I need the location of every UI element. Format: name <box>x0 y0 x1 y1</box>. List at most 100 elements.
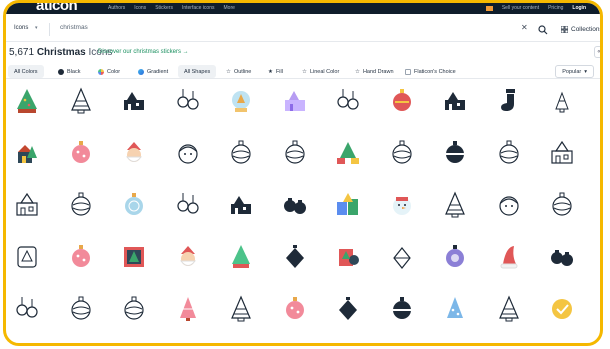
stocking-black-icon[interactable] <box>494 86 524 116</box>
color-dot-icon <box>98 68 104 75</box>
ornaments-black-icon[interactable] <box>280 190 310 220</box>
filter-hand-drawn[interactable]: ☆ Hand Drawn <box>349 65 400 78</box>
discover-stickers-link[interactable]: Discover our christmas stickers → <box>98 49 189 55</box>
checkbox[interactable] <box>405 68 411 75</box>
collections-button[interactable]: Collections <box>561 22 600 36</box>
nav-more[interactable]: More <box>224 5 235 11</box>
ball-outline-icon[interactable] <box>119 294 149 324</box>
ball-outline-icon[interactable] <box>226 138 256 168</box>
ornament-black-icon[interactable] <box>280 242 310 272</box>
search-scope-select[interactable]: Icons <box>14 25 28 31</box>
tree-outline-icon[interactable] <box>494 294 524 324</box>
sell-content-link[interactable]: Sell your content <box>502 5 539 11</box>
santa-color-icon[interactable] <box>173 242 203 272</box>
main-menu: Authors Icons Stickers Interface icons M… <box>108 5 235 11</box>
ball-pink-icon[interactable] <box>280 294 310 324</box>
santa-color-icon[interactable] <box>119 138 149 168</box>
collapse-icon[interactable]: « <box>594 46 600 58</box>
page-title: 5,671 Christmas Icons <box>9 47 112 58</box>
card-color-icon[interactable] <box>119 242 149 272</box>
sort-select[interactable]: Popular ▾ <box>555 65 594 78</box>
flaticon-choice-filter[interactable]: Flaticon's Choice <box>399 65 462 78</box>
tree-outline-small-icon[interactable] <box>547 86 577 116</box>
santa-outline-icon[interactable] <box>173 138 203 168</box>
pricing-link[interactable]: Pricing <box>548 5 563 11</box>
santa-outline-icon[interactable] <box>494 190 524 220</box>
snowman-color-icon[interactable] <box>387 190 417 220</box>
filter-outline[interactable]: ☆ Outline <box>220 65 257 78</box>
filter-label: Fill <box>275 68 283 75</box>
ornament-black-icon[interactable] <box>333 294 363 324</box>
tree-green-icon[interactable] <box>226 242 256 272</box>
ball-outline-icon[interactable] <box>66 190 96 220</box>
nav-interface-icons[interactable]: Interface icons <box>182 5 215 11</box>
village-outline-icon[interactable] <box>12 190 42 220</box>
village-black-icon[interactable] <box>226 190 256 220</box>
village-black-icon[interactable] <box>440 86 470 116</box>
ornaments-black-icon[interactable] <box>547 242 577 272</box>
filter-label: Lineal Color <box>309 68 340 75</box>
search-icon[interactable] <box>538 22 548 35</box>
ball-blue-icon[interactable] <box>119 190 149 220</box>
star-lineal-icon: ☆ <box>302 68 307 75</box>
clear-icon[interactable]: ✕ <box>521 23 528 32</box>
ornaments-outline-icon[interactable] <box>173 86 203 116</box>
star-outline-icon: ☆ <box>226 68 231 75</box>
filter-label: All Colors <box>14 68 38 75</box>
village-outline-icon[interactable] <box>547 138 577 168</box>
filter-gradient[interactable]: Gradient <box>132 65 174 78</box>
tree-outline-icon[interactable] <box>226 294 256 324</box>
ornaments-outline-icon[interactable] <box>333 86 363 116</box>
ball-pink-icon[interactable] <box>66 242 96 272</box>
star-hand-icon: ☆ <box>355 68 360 75</box>
filter-color[interactable]: Color <box>92 65 126 78</box>
ball-black-icon[interactable] <box>440 138 470 168</box>
ball-pink-icon[interactable] <box>66 138 96 168</box>
ball-outline-icon[interactable] <box>494 138 524 168</box>
star-fill-icon: ★ <box>268 68 273 75</box>
filter-label: Black <box>67 68 81 75</box>
results-header: 5,671 Christmas Icons Discover our chris… <box>6 43 600 61</box>
tree-blue-icon[interactable] <box>440 294 470 324</box>
village-gradient-icon[interactable] <box>280 86 310 116</box>
login-link[interactable]: Login <box>572 5 586 11</box>
filter-fill[interactable]: ★ Fill <box>262 65 289 78</box>
grid-icon <box>561 25 568 33</box>
tree-outline-icon[interactable] <box>66 86 96 116</box>
ball-outline-icon[interactable] <box>280 138 310 168</box>
ball-outline-icon[interactable] <box>547 190 577 220</box>
house-color-icon[interactable] <box>12 138 42 168</box>
tree-outline-icon[interactable] <box>440 190 470 220</box>
search-input[interactable] <box>60 24 480 31</box>
tree-pink-icon[interactable] <box>173 294 203 324</box>
globe-color-icon[interactable] <box>226 86 256 116</box>
hat-red-icon[interactable] <box>494 242 524 272</box>
tree-card-outline-icon[interactable] <box>12 242 42 272</box>
ornament-outline-icon[interactable] <box>387 242 417 272</box>
results-term: Christmas <box>36 47 86 58</box>
village-black-icon[interactable] <box>119 86 149 116</box>
site-logo[interactable]: aticon <box>36 3 78 14</box>
ball-purple-icon[interactable] <box>440 242 470 272</box>
gifts-color-icon[interactable] <box>333 190 363 220</box>
ornaments-outline-icon[interactable] <box>173 190 203 220</box>
ball-black-icon[interactable] <box>387 294 417 324</box>
ball-outline-icon[interactable] <box>66 294 96 324</box>
filter-label: Gradient <box>147 68 169 75</box>
ornaments-outline-icon[interactable] <box>12 294 42 324</box>
tree-gift-color-icon[interactable] <box>333 138 363 168</box>
filter-black[interactable]: Black <box>52 65 86 78</box>
tree-color-icon[interactable] <box>12 86 42 116</box>
nav-icons[interactable]: Icons <box>134 5 146 11</box>
button-badge-icon[interactable] <box>547 294 577 324</box>
nav-stickers[interactable]: Stickers <box>155 5 173 11</box>
filter-label: Outline <box>233 68 252 75</box>
filter-all-shapes[interactable]: All Shapes <box>178 65 217 78</box>
filter-lineal-color[interactable]: ☆ Lineal Color <box>296 65 345 78</box>
chevron-down-icon[interactable]: ▾ <box>35 25 38 31</box>
nav-authors[interactable]: Authors <box>108 5 125 11</box>
ball-outline-icon[interactable] <box>387 138 417 168</box>
card-red-icon[interactable] <box>333 242 363 272</box>
ornament-red-icon[interactable] <box>387 86 417 116</box>
filter-all-colors[interactable]: All Colors <box>8 65 44 78</box>
